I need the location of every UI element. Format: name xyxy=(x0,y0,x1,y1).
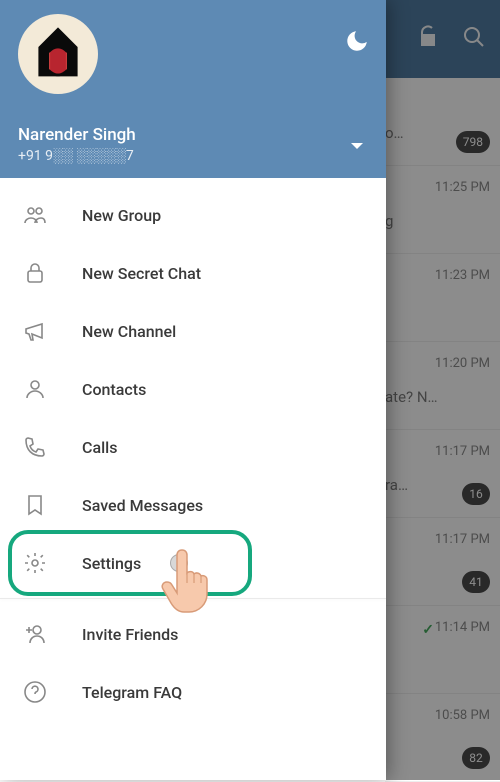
menu-item-calls[interactable]: Calls xyxy=(0,418,386,476)
person-add-icon xyxy=(22,621,48,647)
menu-label: Settings xyxy=(82,554,141,573)
menu-label: New Group xyxy=(82,206,161,225)
menu-item-new-group[interactable]: New Group xyxy=(0,186,386,244)
touch-indicator xyxy=(170,554,188,572)
menu-item-contacts[interactable]: Contacts xyxy=(0,360,386,418)
group-icon xyxy=(22,202,48,228)
user-name: Narender Singh xyxy=(18,125,136,145)
help-icon xyxy=(22,679,48,705)
megaphone-icon xyxy=(22,318,48,344)
chevron-down-icon xyxy=(350,137,364,156)
gear-icon xyxy=(22,550,48,576)
menu-divider xyxy=(0,598,386,599)
menu-label: Telegram FAQ xyxy=(82,683,182,702)
menu-item-saved-messages[interactable]: Saved Messages xyxy=(0,476,386,534)
phone-icon xyxy=(22,434,48,460)
menu-item-new-channel[interactable]: New Channel xyxy=(0,302,386,360)
person-icon xyxy=(22,376,48,402)
menu-label: Contacts xyxy=(82,380,146,399)
drawer-header: Narender Singh +91 9░░ ░░░░░7 xyxy=(0,0,386,178)
drawer-menu: New Group New Secret Chat New Channel Co… xyxy=(0,178,386,780)
bookmark-icon xyxy=(22,492,48,518)
lock-icon xyxy=(22,260,48,286)
menu-label: Invite Friends xyxy=(82,625,178,644)
menu-item-new-secret-chat[interactable]: New Secret Chat xyxy=(0,244,386,302)
menu-label: New Channel xyxy=(82,322,176,341)
avatar[interactable] xyxy=(18,14,98,94)
menu-item-telegram-faq[interactable]: Telegram FAQ xyxy=(0,663,386,721)
menu-label: New Secret Chat xyxy=(82,264,201,283)
user-phone: +91 9░░ ░░░░░7 xyxy=(18,147,136,164)
night-mode-toggle[interactable] xyxy=(344,28,370,58)
navigation-drawer: Narender Singh +91 9░░ ░░░░░7 New Group … xyxy=(0,0,386,780)
account-switcher[interactable] xyxy=(350,137,364,156)
menu-label: Saved Messages xyxy=(82,496,203,515)
menu-item-settings[interactable]: Settings xyxy=(0,534,386,592)
moon-icon xyxy=(344,39,370,58)
menu-item-invite-friends[interactable]: Invite Friends xyxy=(0,605,386,663)
menu-label: Calls xyxy=(82,438,117,457)
